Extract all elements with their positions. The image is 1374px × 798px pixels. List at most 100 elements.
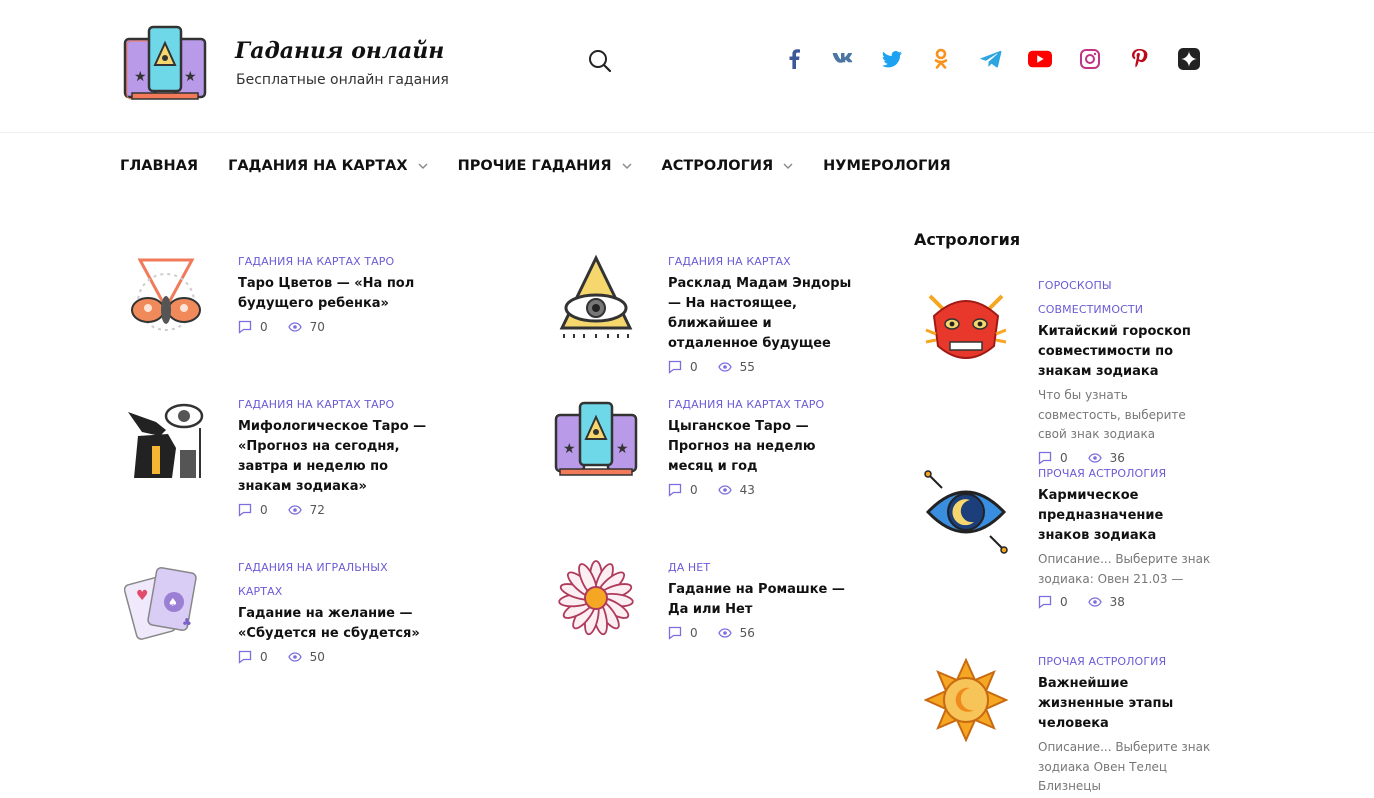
post-title[interactable]: Расклад Мадам Эндоры — На настоящее, бли…: [668, 274, 858, 354]
comment-count: 0: [260, 320, 268, 334]
view-count: 72: [309, 503, 325, 517]
moth-triangle-icon[interactable]: [124, 254, 208, 338]
post-title[interactable]: Важнейшие жизненные этапы человека: [1038, 674, 1213, 734]
tarot-cards-icon[interactable]: ★ ★: [554, 401, 638, 485]
comment-count: 0: [260, 503, 268, 517]
nav-item-numerology[interactable]: НУМЕРОЛОГИЯ: [823, 158, 951, 174]
post-title[interactable]: Китайский гороскоп совместимости по знак…: [1038, 322, 1213, 382]
post-category[interactable]: ГАДАНИЯ НА КАРТАХ ТАРО: [668, 393, 858, 417]
post-title[interactable]: Таро Цветов — «На пол будущего ребенка»: [238, 274, 428, 314]
comment-count: 0: [690, 626, 698, 640]
post-meta: 0 50: [238, 650, 428, 664]
post-category[interactable]: ГАДАНИЯ НА КАРТАХ ТАРО: [238, 393, 428, 417]
comment-count: 0: [690, 360, 698, 374]
post-title[interactable]: Гадание на желание — «Сбудется не сбудет…: [238, 604, 428, 644]
comment-icon: [238, 503, 252, 517]
post-excerpt: Что бы узнать совместость, выберите свой…: [1038, 388, 1186, 441]
post-category[interactable]: ГАДАНИЯ НА КАРТАХ: [668, 250, 858, 274]
post-title[interactable]: Кармическое предназначение знаков зодиак…: [1038, 486, 1213, 546]
site-header: ★ ★ Гадания онлайн Бесплатные онлайн гад…: [0, 0, 1374, 133]
svg-text:★: ★: [616, 441, 629, 457]
eye-icon: [1087, 597, 1102, 607]
vk-icon[interactable]: [831, 47, 855, 71]
sun-moon-icon[interactable]: [924, 658, 1008, 742]
post-excerpt: Описание... Выберите знак зодиака: Овен …: [1038, 552, 1211, 586]
dragon-mask-icon[interactable]: [924, 286, 1008, 370]
instagram-icon[interactable]: [1078, 47, 1102, 71]
telegram-icon[interactable]: [979, 47, 1003, 71]
eye-icon: [287, 322, 302, 332]
twitter-icon[interactable]: [880, 47, 904, 71]
comment-icon: [238, 320, 252, 334]
post-title[interactable]: Гадание на Ромашке — Да или Нет: [668, 580, 858, 620]
nav-item-astrology[interactable]: АСТРОЛОГИЯ: [662, 158, 794, 174]
comment-icon: [668, 360, 682, 374]
eye-icon: [287, 652, 302, 662]
post-meta: 0 70: [238, 320, 428, 334]
odnoklassniki-icon[interactable]: [929, 47, 953, 71]
facebook-icon[interactable]: [782, 47, 806, 71]
chevron-down-icon: [418, 163, 428, 169]
post-category[interactable]: ПРОЧАЯ АСТРОЛОГИЯ: [1038, 650, 1213, 674]
zen-icon[interactable]: [1177, 47, 1201, 71]
search-icon[interactable]: [587, 48, 613, 74]
view-count: 50: [309, 650, 325, 664]
nav-item-label: ПРОЧИЕ ГАДАНИЯ: [457, 158, 612, 174]
comment-count: 0: [260, 650, 268, 664]
all-seeing-eye-icon[interactable]: [554, 254, 638, 338]
comment-icon: [1038, 595, 1052, 609]
svg-text:★: ★: [184, 69, 197, 85]
view-count: 55: [739, 360, 755, 374]
nav-item-card-divination[interactable]: ГАДАНИЯ НА КАРТАХ: [228, 158, 428, 174]
eye-icon: [717, 485, 732, 495]
post-category[interactable]: ГАДАНИЯ НА КАРТАХ ТАРО: [238, 250, 428, 274]
post-title[interactable]: Цыганское Таро — Прогноз на неделю месяц…: [668, 417, 858, 477]
svg-text:★: ★: [563, 441, 576, 457]
sidebar-title: Астрология: [914, 230, 1021, 249]
post-category[interactable]: ГАДАНИЯ НА ИГРАЛЬНЫХ КАРТАХ: [238, 556, 428, 604]
post-meta: 0 72: [238, 503, 428, 517]
comment-count: 0: [1060, 595, 1068, 609]
eye-icon: [717, 362, 732, 372]
anubis-icon[interactable]: [124, 398, 208, 482]
svg-text:♠: ♠: [168, 596, 178, 609]
view-count: 56: [739, 626, 755, 640]
comment-icon: [668, 483, 682, 497]
nav-item-label: АСТРОЛОГИЯ: [661, 158, 774, 174]
view-count: 70: [309, 320, 325, 334]
nav-item-home[interactable]: ГЛАВНАЯ: [120, 158, 198, 174]
view-count: 43: [739, 483, 755, 497]
post-meta: 0 56: [668, 626, 858, 640]
moon-eye-icon[interactable]: [924, 470, 1008, 554]
post-title[interactable]: Мифологическое Таро — «Прогноз на сегодн…: [238, 417, 428, 497]
nav-item-label: ГЛАВНАЯ: [120, 158, 199, 174]
comment-icon: [238, 650, 252, 664]
daisy-icon[interactable]: [554, 556, 638, 640]
comment-count: 0: [690, 483, 698, 497]
youtube-icon[interactable]: [1028, 47, 1052, 71]
post-category[interactable]: ПРОЧАЯ АСТРОЛОГИЯ: [1038, 462, 1213, 486]
nav-item-label: НУМЕРОЛОГИЯ: [823, 158, 951, 174]
nav-item-label: ГАДАНИЯ НА КАРТАХ: [228, 158, 408, 174]
view-count: 38: [1109, 595, 1125, 609]
nav-item-other-divination[interactable]: ПРОЧИЕ ГАДАНИЯ: [458, 158, 632, 174]
eye-icon: [287, 505, 302, 515]
post-meta: 0 38: [1038, 595, 1213, 609]
main-nav: ГЛАВНАЯ ГАДАНИЯ НА КАРТАХ ПРОЧИЕ ГАДАНИЯ…: [120, 150, 981, 182]
site-title[interactable]: Гадания онлайн: [235, 38, 444, 64]
chevron-down-icon: [783, 163, 793, 169]
eye-icon: [717, 628, 732, 638]
chevron-down-icon: [622, 163, 632, 169]
playing-cards-icon[interactable]: ♥ ♠ ♣: [124, 566, 208, 650]
post-category[interactable]: ДА НЕТ: [668, 556, 858, 580]
svg-text:★: ★: [134, 69, 147, 85]
pinterest-icon[interactable]: [1128, 47, 1152, 71]
post-meta: 0 55: [668, 360, 858, 374]
tarot-logo-icon[interactable]: ★ ★: [120, 25, 210, 103]
svg-text:♥: ♥: [136, 588, 149, 604]
comment-icon: [668, 626, 682, 640]
post-category[interactable]: ГОРОСКОПЫ СОВМЕСТИМОСТИ: [1038, 274, 1213, 322]
svg-text:♣: ♣: [182, 616, 192, 629]
post-meta: 0 43: [668, 483, 858, 497]
site-description: Бесплатные онлайн гадания: [236, 72, 449, 88]
